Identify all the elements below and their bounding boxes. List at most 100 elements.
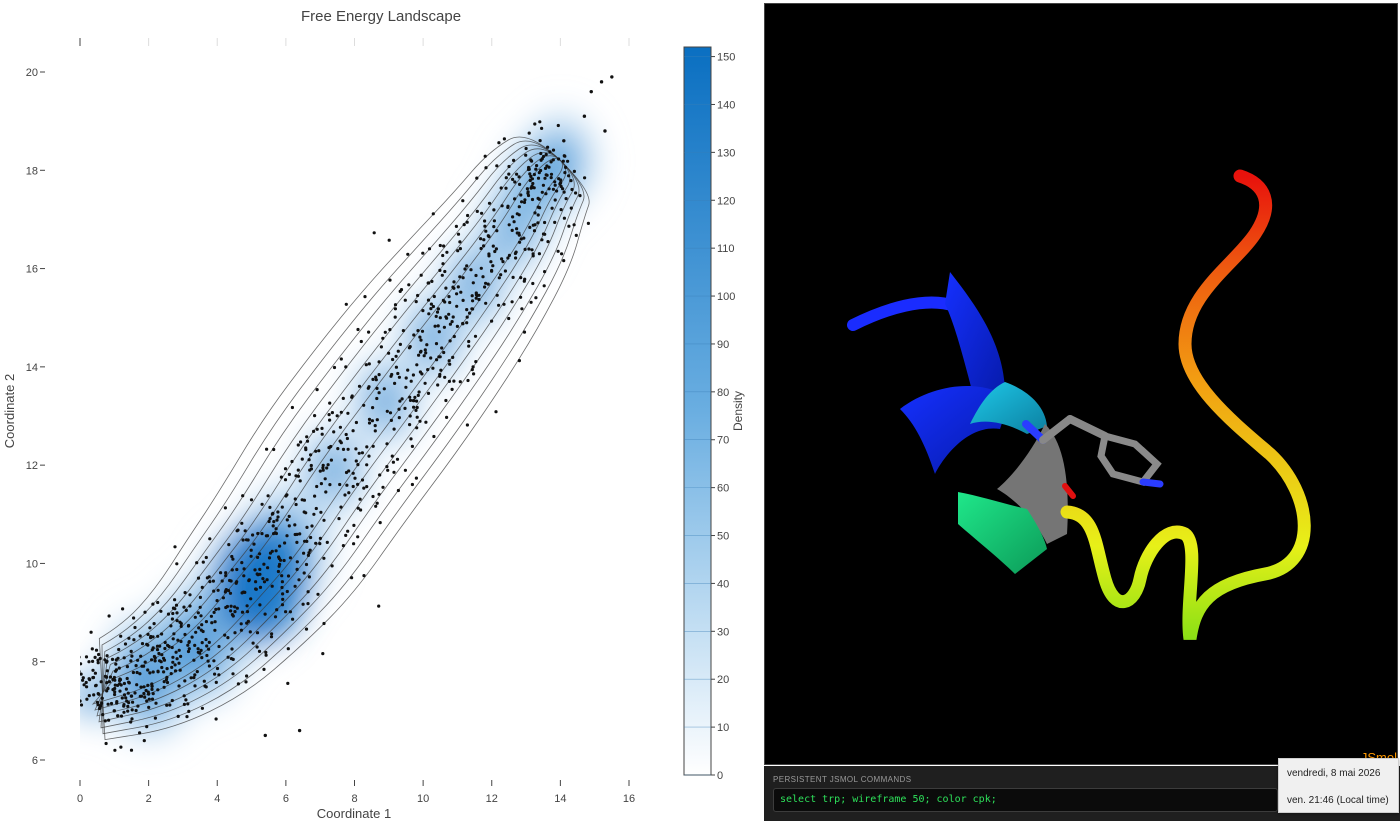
scatter-point — [147, 692, 151, 696]
scatter-point — [294, 474, 298, 478]
scatter-point — [406, 252, 410, 256]
scatter-point — [322, 556, 326, 560]
scatter-point — [84, 655, 89, 659]
scatter-point — [200, 585, 204, 590]
scatter-point — [183, 632, 187, 637]
scatter-point — [344, 533, 348, 538]
scatter-point — [219, 571, 223, 575]
scatter-point — [94, 648, 99, 652]
scatter-point — [160, 665, 164, 670]
scatter-point — [549, 172, 554, 176]
scatter-point — [385, 409, 389, 413]
scatter-point — [394, 354, 398, 358]
scatter-point — [309, 453, 313, 457]
scatter-point — [411, 373, 415, 377]
free-energy-chart[interactable]: Free Energy Landscape 0 2 4 6 8 10 12 14 16 6 8 10… — [0, 0, 762, 821]
scatter-point — [200, 706, 204, 710]
scatter-point — [151, 692, 155, 696]
scatter-point — [458, 275, 462, 279]
scatter-point — [300, 457, 304, 461]
y-axis-label: Coordinate 2 — [2, 374, 17, 448]
scatter-point — [258, 603, 262, 607]
scatter-point — [264, 650, 268, 655]
scatter-point — [285, 518, 289, 522]
scatter-point — [163, 646, 167, 651]
scatter-point — [221, 596, 225, 600]
scatter-point — [90, 647, 94, 651]
scatter-point — [518, 240, 522, 244]
scatter-point — [142, 664, 146, 668]
scatter-point — [503, 269, 507, 273]
scatter-point — [403, 406, 407, 410]
scatter-point — [416, 293, 420, 298]
scatter-point — [513, 180, 517, 184]
scatter-point — [474, 296, 478, 300]
scatter-point — [529, 300, 533, 304]
scatter-point — [452, 280, 456, 284]
protein-structure-render[interactable]: JSmol — [765, 4, 1399, 766]
scatter-point — [467, 344, 471, 348]
scatter-point — [266, 494, 270, 498]
scatter-point — [173, 598, 177, 602]
scatter-point — [321, 468, 325, 472]
scatter-point — [129, 720, 133, 724]
scatter-point — [559, 208, 563, 212]
scatter-point — [536, 176, 541, 180]
scatter-point — [536, 205, 540, 209]
scatter-point — [536, 196, 540, 200]
scatter-point — [533, 122, 537, 126]
scatter-point — [544, 173, 548, 177]
scatter-point — [409, 437, 413, 441]
scatter-point — [570, 187, 574, 192]
scatter-point — [353, 476, 357, 480]
scatter-point — [188, 604, 192, 608]
scatter-point — [365, 445, 369, 449]
scatter-point — [129, 694, 134, 698]
scatter-point — [517, 213, 521, 217]
scatter-point — [264, 534, 268, 538]
scatter-point — [339, 357, 343, 361]
scatter-point — [233, 610, 237, 614]
scatter-point — [562, 139, 566, 143]
scatter-point — [583, 176, 587, 180]
scatter-point — [199, 614, 203, 618]
scatter-point — [492, 208, 496, 212]
scatter-point — [146, 632, 150, 637]
scatter-point — [160, 653, 164, 657]
scatter-point — [465, 315, 469, 319]
command-input[interactable]: select trp; wireframe 50; color cpk; — [773, 788, 1278, 812]
scatter-point — [178, 668, 182, 672]
scatter-point — [322, 518, 326, 522]
scatter-point — [412, 333, 416, 337]
x-tick-label: 2 — [146, 793, 152, 805]
scatter-point — [551, 187, 556, 191]
scatter-point — [474, 273, 478, 278]
scatter-point — [239, 622, 243, 626]
scatter-point — [318, 536, 322, 541]
scatter-point — [319, 510, 323, 514]
scatter-point — [455, 324, 459, 328]
scatter-point — [371, 494, 375, 499]
scatter-point — [328, 418, 332, 422]
scatter-point — [257, 649, 262, 654]
scatter-point — [438, 374, 442, 378]
jsmol-viewer[interactable]: JSmol — [764, 3, 1398, 765]
scatter-point — [113, 683, 117, 687]
scatter-point — [346, 529, 350, 533]
scatter-point — [416, 393, 420, 397]
scatter-point — [306, 602, 310, 606]
scatter-point — [249, 498, 254, 502]
scatter-point — [92, 693, 96, 697]
scatter-point — [520, 307, 524, 311]
scatter-point — [173, 663, 177, 667]
scatter-point — [244, 680, 248, 684]
scatter-point — [226, 636, 230, 640]
scatter-point — [133, 691, 137, 695]
scatter-point — [356, 327, 360, 332]
scatter-point — [295, 540, 299, 545]
scatter-point — [310, 524, 314, 528]
scatter-point — [404, 385, 408, 389]
scatter-point — [343, 458, 347, 462]
scatter-point — [341, 544, 345, 548]
scatter-point — [194, 630, 198, 634]
